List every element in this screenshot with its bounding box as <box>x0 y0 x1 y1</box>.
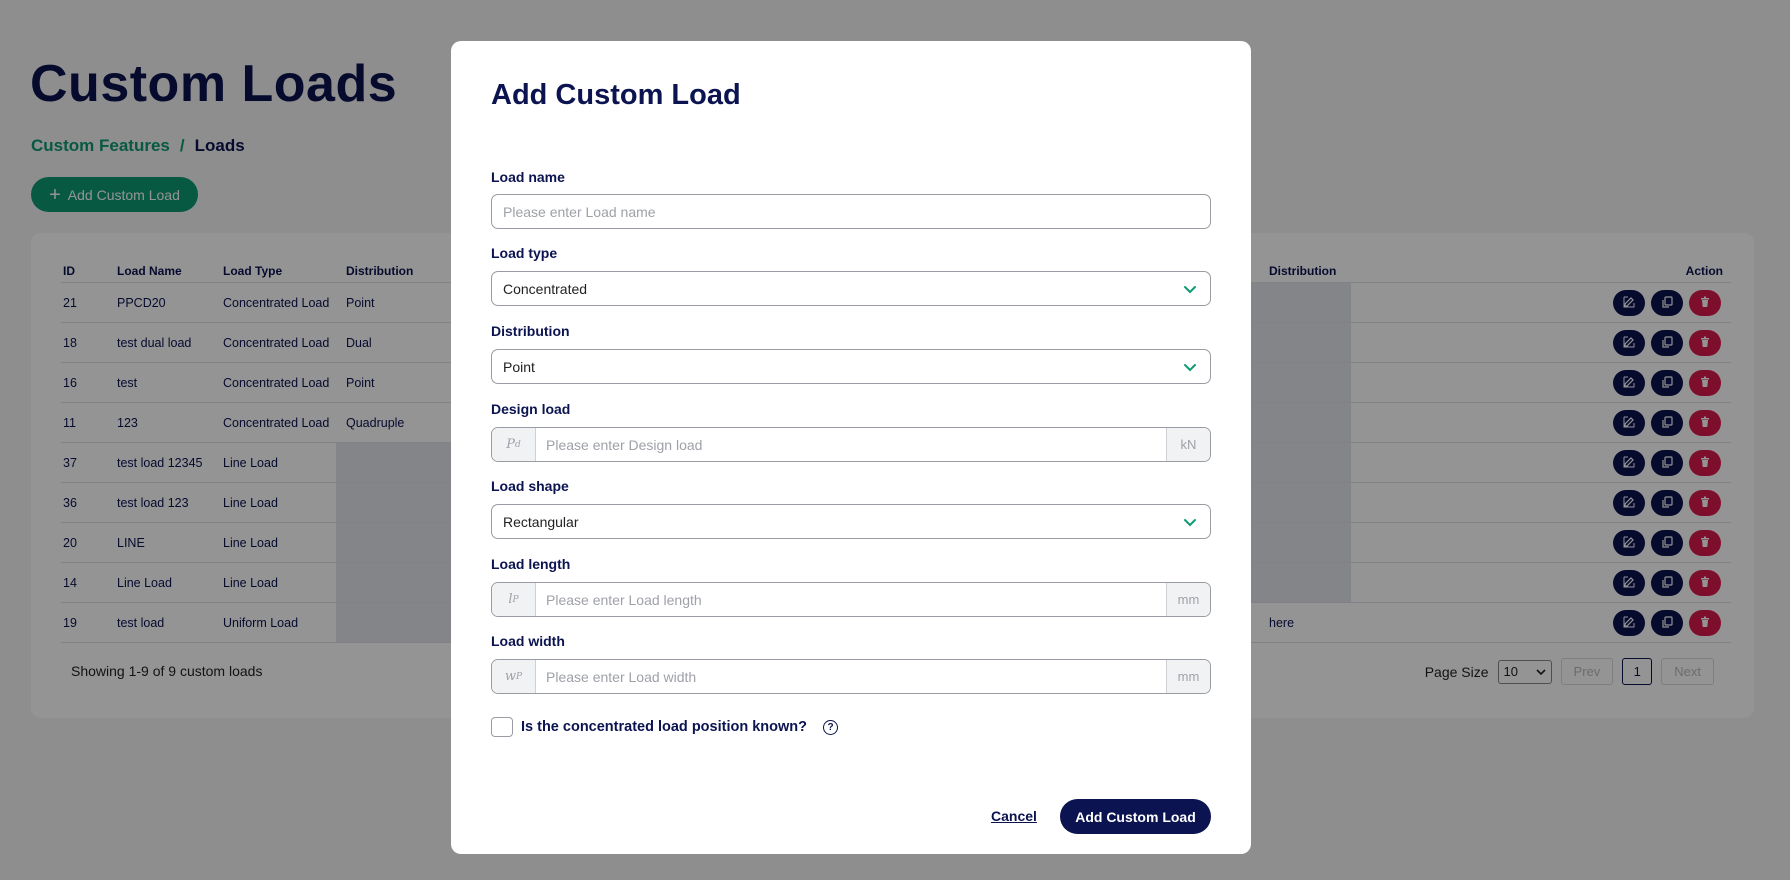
load-width-unit: mm <box>1166 660 1210 693</box>
load-type-select[interactable]: Concentrated <box>491 271 1211 306</box>
load-type-label: Load type <box>491 245 558 261</box>
position-known-checkbox[interactable] <box>491 717 513 737</box>
load-length-symbol: lP <box>492 583 536 616</box>
load-length-input[interactable]: Please enter Load length <box>536 583 1166 616</box>
load-name-label: Load name <box>491 169 565 185</box>
design-load-input[interactable]: Please enter Design load <box>536 428 1166 461</box>
distribution-select[interactable]: Point <box>491 349 1211 384</box>
load-length-input-group: lP Please enter Load length mm <box>491 582 1211 617</box>
add-custom-load-modal: Add Custom Load Load name Please enter L… <box>451 41 1251 854</box>
load-length-unit: mm <box>1166 583 1210 616</box>
design-load-input-group: Pd Please enter Design load kN <box>491 427 1211 462</box>
help-icon[interactable]: ? <box>823 719 838 735</box>
position-known-label[interactable]: Is the concentrated load position known? <box>521 719 807 735</box>
load-shape-select[interactable]: Rectangular <box>491 504 1211 539</box>
position-known-row: Is the concentrated load position known?… <box>491 717 838 737</box>
load-width-input-group: wP Please enter Load width mm <box>491 659 1211 694</box>
chevron-down-icon <box>1184 364 1196 372</box>
load-type-value: Concentrated <box>503 280 588 297</box>
distribution-value: Point <box>503 358 535 375</box>
distribution-label: Distribution <box>491 323 570 339</box>
design-load-symbol: Pd <box>492 428 536 461</box>
load-name-input[interactable]: Please enter Load name <box>491 194 1211 229</box>
load-length-label: Load length <box>491 556 571 572</box>
load-name-placeholder: Please enter Load name <box>503 203 656 220</box>
modal-title: Add Custom Load <box>491 79 741 111</box>
load-shape-label: Load shape <box>491 478 569 494</box>
design-load-unit: kN <box>1166 428 1210 461</box>
design-load-label: Design load <box>491 401 571 417</box>
chevron-down-icon <box>1184 286 1196 294</box>
cancel-button[interactable]: Cancel <box>991 808 1037 824</box>
load-width-symbol: wP <box>492 660 536 693</box>
load-width-input[interactable]: Please enter Load width <box>536 660 1166 693</box>
chevron-down-icon <box>1184 519 1196 527</box>
load-shape-value: Rectangular <box>503 513 579 530</box>
submit-add-custom-load-button[interactable]: Add Custom Load <box>1060 799 1211 834</box>
load-width-label: Load width <box>491 633 565 649</box>
